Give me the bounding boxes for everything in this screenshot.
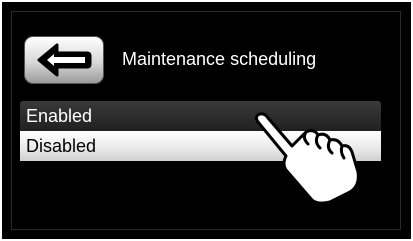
- pointing-hand-icon: [254, 112, 360, 205]
- back-button[interactable]: [24, 36, 104, 84]
- device-frame: Maintenance scheduling Enabled Disabled: [2, 2, 411, 239]
- header: Maintenance scheduling: [12, 12, 400, 92]
- left-arrow-icon: [37, 43, 92, 77]
- page-title: Maintenance scheduling: [122, 49, 317, 69]
- touch-screen: Maintenance scheduling Enabled Disabled: [11, 11, 401, 230]
